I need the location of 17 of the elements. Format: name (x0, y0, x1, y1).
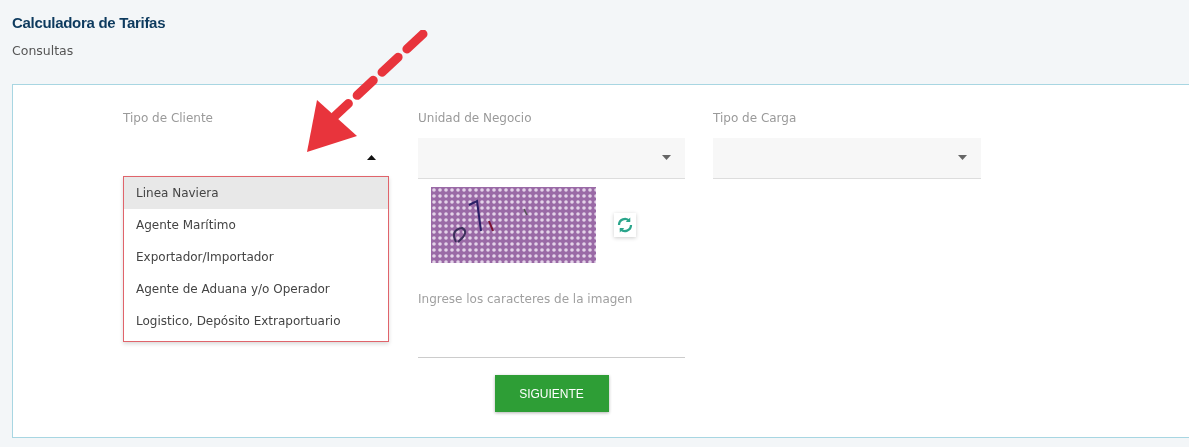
dropdown-option[interactable]: Exportador/Importador (124, 241, 388, 273)
dropdown-option[interactable]: Agente Marítimo (124, 209, 388, 241)
dropdown-option[interactable]: Linea Naviera (124, 177, 388, 209)
caret-icon (662, 155, 671, 160)
dropdown-option[interactable]: Agente de Aduana y/o Operador (124, 273, 388, 305)
caret-icon (958, 155, 967, 160)
select-field[interactable] (418, 138, 685, 179)
page-title: Calculadora de Tarifas (12, 14, 167, 31)
refresh-button[interactable] (614, 213, 636, 237)
field-label: Unidad de Negocio (418, 111, 533, 127)
field-label: Tipo de Cliente (123, 111, 214, 127)
field-label: Ingrese los caracteres de la imagen (418, 292, 634, 306)
dropdown-option[interactable]: Logistico, Depósito Extraportuario (124, 305, 388, 337)
caret-icon (367, 155, 376, 160)
breadcrumb: Consultas (12, 43, 75, 58)
select-field[interactable] (713, 138, 981, 179)
field-label: Tipo de Carga (713, 111, 798, 127)
